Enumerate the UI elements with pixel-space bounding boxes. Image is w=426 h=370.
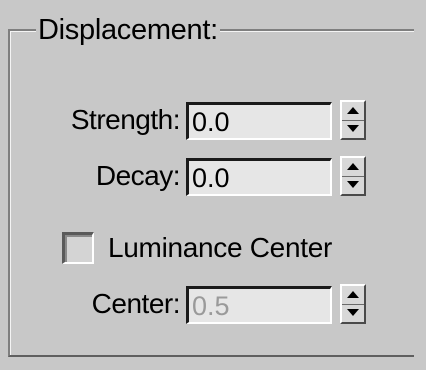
triangle-down-icon: [347, 309, 359, 316]
strength-spinner-up-button[interactable]: [342, 102, 364, 121]
strength-spinner-down-button[interactable]: [342, 120, 364, 138]
center-spinner-up-button[interactable]: [342, 286, 364, 305]
center-spinner[interactable]: [340, 284, 366, 324]
triangle-up-icon: [347, 291, 359, 298]
triangle-down-icon: [347, 181, 359, 188]
strength-input[interactable]: 0.0: [186, 102, 332, 140]
decay-spinner-up-button[interactable]: [342, 158, 364, 177]
decay-spinner-down-button[interactable]: [342, 176, 364, 194]
decay-spinner[interactable]: [340, 156, 366, 196]
triangle-up-icon: [347, 163, 359, 170]
displacement-group-title: Displacement:: [36, 12, 220, 48]
center-input[interactable]: 0.5: [186, 286, 332, 324]
triangle-down-icon: [347, 125, 359, 132]
triangle-up-icon: [347, 107, 359, 114]
center-label: Center:: [91, 288, 181, 319]
center-spinner-down-button[interactable]: [342, 304, 364, 322]
luminance-center-label[interactable]: Luminance Center: [108, 228, 332, 268]
luminance-center-checkbox[interactable]: [62, 232, 94, 264]
strength-label: Strength:: [70, 104, 181, 135]
decay-label: Decay:: [95, 160, 181, 191]
decay-input[interactable]: 0.0: [186, 158, 332, 196]
strength-spinner[interactable]: [340, 100, 366, 140]
